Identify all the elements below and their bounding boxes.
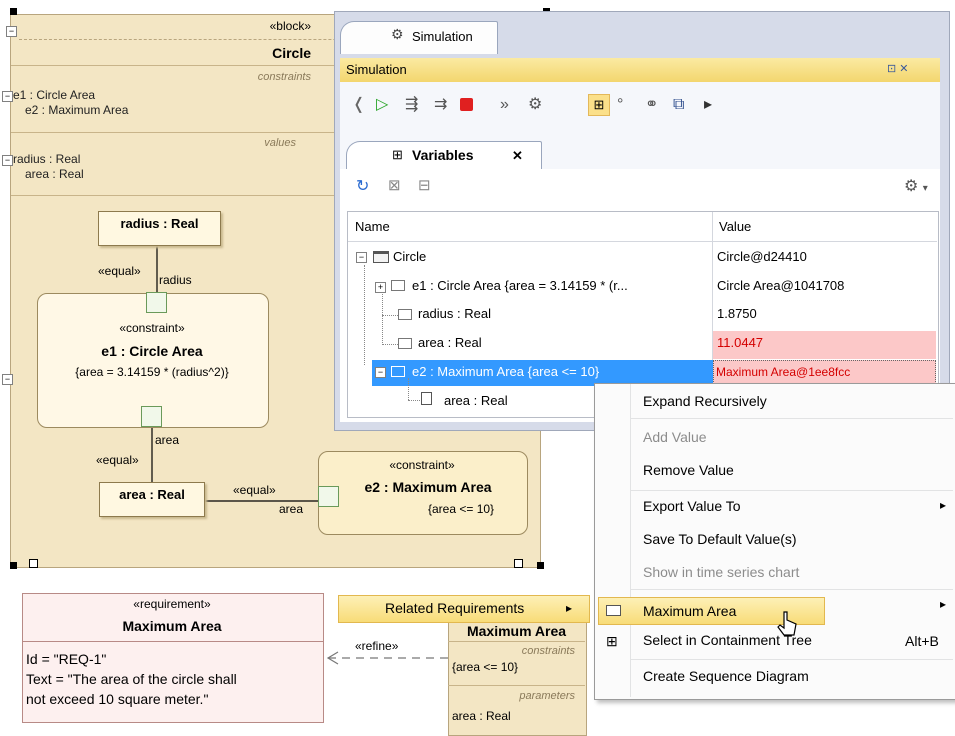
submenu-arrow-icon: ▸ [940,498,947,512]
row-area-name[interactable]: area : Real [418,335,482,350]
submenu-maximum-area-label: Maximum Area [643,603,737,619]
row-e2-name[interactable]: e2 : Maximum Area {area <= 10} [412,364,599,379]
refresh-icon[interactable]: ↻ [356,176,369,196]
menu-remove-value[interactable]: Remove Value [595,454,955,486]
value-property-icon [398,338,412,349]
context-menu-items: Expand Recursively Add Value Remove Valu… [595,385,955,697]
menu-show-time-series[interactable]: Show in time series chart [595,556,955,588]
containment-tree-icon: ⊞ [606,633,618,649]
tree-toggle-e1[interactable]: + [375,282,386,293]
e2-name: e2 : Maximum Area [364,479,492,495]
variables-close-icon[interactable]: ✕ [512,148,523,164]
requirement-text-line-2: not exceed 10 square meter." [26,691,209,707]
tab-simulation-label: Simulation [412,29,473,44]
animation-speed-icon[interactable]: » [500,96,509,114]
equal-label-2: «equal» [96,453,139,467]
variables-toggle-icon[interactable]: ⊞ [588,94,610,116]
radius-part[interactable]: radius : Real [98,211,221,246]
refine-label: «refine» [355,639,399,653]
hidden-block-name: Maximum Area [466,623,567,639]
mouse-cursor-icon [777,611,797,636]
hidden-constraints-caption: constraints [521,645,575,657]
sessions-icon[interactable]: ⚭ [645,96,658,114]
step-over-icon[interactable]: ⇉ [434,96,447,114]
export-icon[interactable]: ⧉ [673,96,684,114]
menu-add-value[interactable]: Add Value [595,421,955,453]
requirement-id: Id = "REQ-1" [26,651,107,667]
settings-icon[interactable]: ⚙ [528,96,542,114]
hidden-block-expr: {area <= 10} [452,660,519,674]
requirement-name: Maximum Area [122,618,222,634]
parameters-caption: parameters [519,690,575,702]
tree-toggle-circle[interactable]: − [356,252,367,263]
simulation-gear-icon: ⚙ [391,26,404,42]
e2-expression: {area <= 10} [428,502,495,516]
row-e2-value[interactable]: Maximum Area@1ee8fcc [716,365,850,379]
menu-save-default[interactable]: Save To Default Value(s) [595,523,955,555]
row-area2-name[interactable]: area : Real [444,393,508,408]
e1-radius-port[interactable] [146,292,167,313]
breakpoints-icon[interactable]: ° [617,96,623,114]
e1-name: e1 : Circle Area [101,343,203,359]
menu-export-value-to[interactable]: Export Value To [595,490,955,522]
row-e1-name[interactable]: e1 : Circle Area {area = 3.14159 * (r... [412,278,628,293]
row-e1-value[interactable]: Circle Area@1041708 [717,278,844,293]
row-circle-name[interactable]: Circle [393,249,426,264]
equal-label-1: «equal» [98,264,141,278]
e2-stereotype: «constraint» [389,458,455,472]
variables-tab-icon: ⊞ [392,147,403,162]
e1-stereotype: «constraint» [119,321,185,335]
shortcut-alt-b: Alt+B [905,633,939,649]
area-part[interactable]: area : Real [99,482,205,517]
equal-label-3: «equal» [233,483,276,497]
variables-tab-label: Variables [412,147,474,163]
row-area-value[interactable]: 11.0447 [717,335,763,350]
requirement-icon [606,605,621,616]
collapse-all-icon[interactable]: ⊟ [418,176,431,194]
hidden-block-param: area : Real [452,709,511,723]
menu-create-sequence[interactable]: Create Sequence Diagram [595,660,955,692]
simulation-title-bar [340,58,940,83]
row-radius-name[interactable]: radius : Real [418,306,491,321]
parameter-icon [421,392,432,405]
area-param-label: area [155,433,180,447]
row-circle-value[interactable]: Circle@d24410 [717,249,807,264]
constraint-icon [391,366,405,377]
tree-toggle-e2[interactable]: − [375,367,386,378]
column-header-value[interactable]: Value [719,219,751,234]
e1-expression: {area = 3.14159 * (radius^2)} [75,365,229,379]
expand-all-icon[interactable]: ⊠ [388,176,401,194]
value-property-icon [398,309,412,320]
area-param-label-2: area [279,502,304,516]
menu-related-requirements-label: Related Requirements [385,600,525,616]
block-icon [373,251,389,263]
menu-expand-recursively[interactable]: Expand Recursively [595,385,955,417]
requirement-stereotype: «requirement» [133,597,211,611]
simulation-title: Simulation [346,62,407,77]
panel-window-buttons[interactable]: ⊡ ✕ [887,62,909,75]
step-into-icon[interactable]: ⇶ [405,96,418,114]
stop-icon[interactable] [460,98,473,111]
options-gear-icon[interactable]: ⚙ ▾ [904,176,928,196]
radius-param-label: radius [159,273,192,287]
step-back-icon[interactable]: ❬ [352,96,365,114]
column-header-name[interactable]: Name [355,219,390,234]
requirement-text-line-1: Text = "The area of the circle shall [26,671,237,687]
constraint-icon [391,280,405,291]
run-icon[interactable]: ▷ [376,96,388,114]
related-req-arrow-icon: ▸ [566,601,573,615]
row-radius-value[interactable]: 1.8750 [717,306,757,321]
e1-area-port[interactable] [141,406,162,427]
submenu-arrow-icon: ▸ [940,597,947,611]
more-icon[interactable]: ▸ [704,96,712,114]
